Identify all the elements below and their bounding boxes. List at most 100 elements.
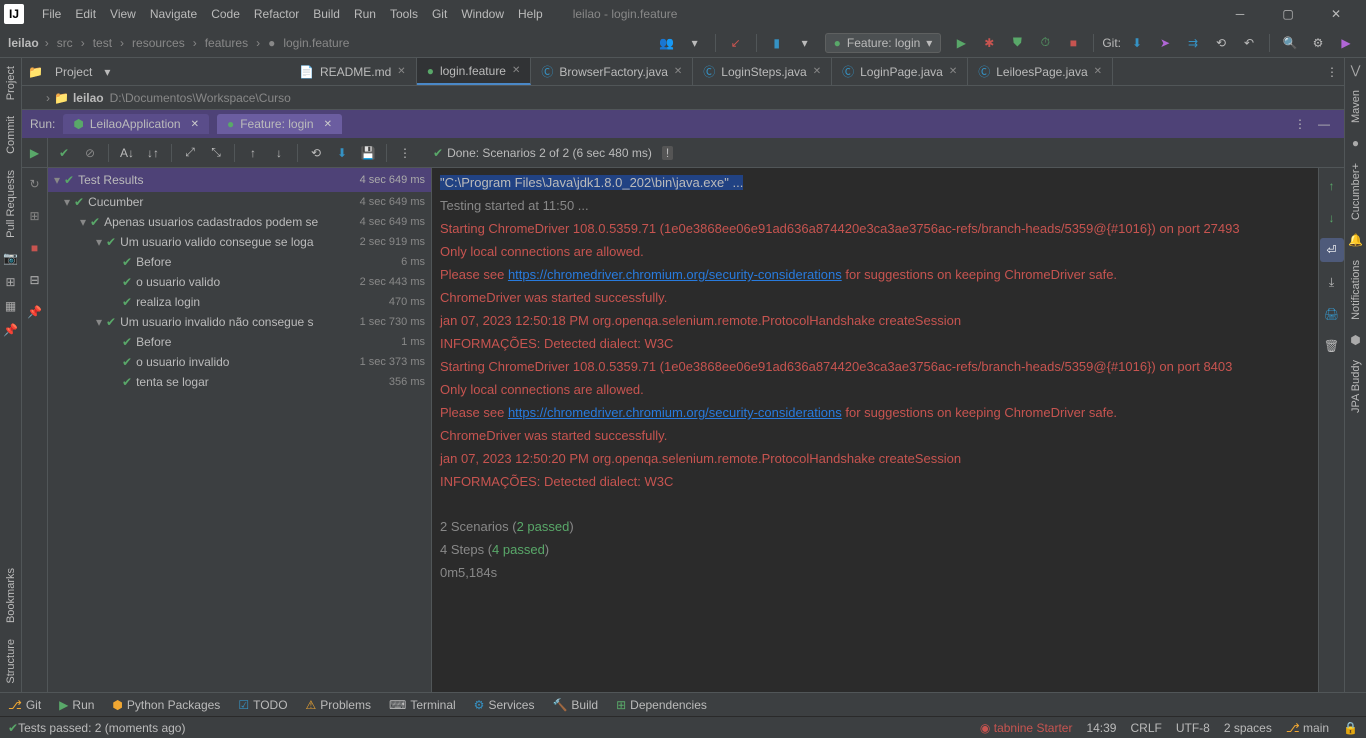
menu-refactor[interactable]: Refactor <box>248 3 305 25</box>
test-tree-row[interactable]: ✔o usuario valido2 sec 443 ms <box>48 272 431 292</box>
close-icon[interactable]: ✕ <box>512 65 520 76</box>
tab-leiloespage[interactable]: Ⓒ LeiloesPage.java ✕ <box>968 58 1113 85</box>
profile-button[interactable]: ⏱ <box>1033 31 1057 55</box>
debug-button[interactable]: ✱ <box>977 31 1001 55</box>
bell-icon[interactable]: 🔔 <box>1348 232 1364 248</box>
up-icon[interactable]: ↑ <box>1320 174 1344 198</box>
encoding-widget[interactable]: UTF-8 <box>1176 721 1210 735</box>
problems-tool-button[interactable]: ⚠Problems <box>306 698 371 712</box>
sort-icon[interactable]: A↓ <box>115 141 139 165</box>
pin-icon[interactable]: 📌 <box>3 322 19 338</box>
test-tree-row[interactable]: ✔o usuario invalido1 sec 373 ms <box>48 352 431 372</box>
cucumber-tool-button[interactable]: Cucumber+ <box>1348 155 1364 228</box>
run-tool-button[interactable]: ▶Run <box>59 698 94 712</box>
pullrequests-tool-button[interactable]: Pull Requests <box>3 162 19 246</box>
menu-tools[interactable]: Tools <box>384 3 424 25</box>
warning-badge-icon[interactable]: ! <box>662 146 673 160</box>
close-button[interactable]: ✕ <box>1318 2 1354 26</box>
git-push-icon[interactable]: ⇉ <box>1181 31 1205 55</box>
todo-tool-button[interactable]: ☑TODO <box>238 698 287 712</box>
chromedriver-security-link[interactable]: https://chromedriver.chromium.org/securi… <box>508 405 842 420</box>
close-icon[interactable]: ✕ <box>1094 66 1102 77</box>
commit-tool-button[interactable]: Commit <box>3 108 19 162</box>
show-passed-icon[interactable]: ✔ <box>52 141 76 165</box>
search-icon[interactable]: 🔍 <box>1278 31 1302 55</box>
pin-icon[interactable]: 📌 <box>23 300 47 324</box>
menu-build[interactable]: Build <box>307 3 346 25</box>
git-branch-widget[interactable]: ⎇ main <box>1286 721 1329 735</box>
test-tree-row[interactable]: ▾✔Um usuario valido consegue se loga2 se… <box>48 232 431 252</box>
project-root-row[interactable]: › 📁 leilao D:\Documentos\Workspace\Curso <box>22 86 1344 110</box>
tab-browserfactory[interactable]: Ⓒ BrowserFactory.java ✕ <box>531 58 693 85</box>
run-tab-app[interactable]: ⬢ LeilaoApplication ✕ <box>63 114 209 134</box>
scroll-end-icon[interactable]: ⤓ <box>1320 270 1344 294</box>
clear-icon[interactable]: 🗑 <box>1320 334 1344 358</box>
maven-icon[interactable]: ⋁ <box>1348 62 1364 78</box>
chromedriver-security-link[interactable]: https://chromedriver.chromium.org/securi… <box>508 267 842 282</box>
project-tool-button[interactable]: Project <box>3 58 19 108</box>
users-icon[interactable]: 👥 <box>655 31 679 55</box>
history-icon[interactable]: ⟲ <box>304 141 328 165</box>
test-tree-row[interactable]: ✔Before6 ms <box>48 252 431 272</box>
maven-tool-button[interactable]: Maven <box>1348 82 1364 131</box>
menu-file[interactable]: File <box>36 3 67 25</box>
line-separator-widget[interactable]: CRLF <box>1130 721 1161 735</box>
notifications-tool-button[interactable]: Notifications <box>1348 252 1364 328</box>
bookmarks-tool-button[interactable]: Bookmarks <box>3 560 19 631</box>
test-tree-row[interactable]: ✔Before1 ms <box>48 332 431 352</box>
softwrap-icon[interactable]: ⏎ <box>1320 238 1344 262</box>
breadcrumb[interactable]: leilao› src› test› resources› features› … <box>8 36 351 50</box>
chevron-down-icon[interactable]: ▾ <box>104 65 110 79</box>
run-tab-feature[interactable]: ● Feature: login ✕ <box>217 114 342 134</box>
run-configuration-selector[interactable]: ● Feature: login ▾ <box>825 33 942 53</box>
tab-loginsteps[interactable]: Ⓒ LoginSteps.java ✕ <box>693 58 832 85</box>
test-tree-row[interactable]: ▾✔Um usuario invalido não consegue s1 se… <box>48 312 431 332</box>
tab-readme[interactable]: 📄 README.md ✕ <box>289 58 417 85</box>
tab-loginpage[interactable]: Ⓒ LoginPage.java ✕ <box>832 58 968 85</box>
camera-icon[interactable]: 📷 <box>3 250 19 266</box>
menu-code[interactable]: Code <box>205 3 246 25</box>
stop-button[interactable]: ■ <box>1061 31 1085 55</box>
prev-failed-icon[interactable]: ↑ <box>241 141 265 165</box>
close-icon[interactable]: ✕ <box>949 66 957 77</box>
test-tree-row[interactable]: ✔tenta se logar356 ms <box>48 372 431 392</box>
indent-widget[interactable]: 2 spaces <box>1224 721 1272 735</box>
git-history-icon[interactable]: ⟲ <box>1209 31 1233 55</box>
close-icon[interactable]: ✕ <box>324 119 332 130</box>
run-button[interactable]: ▶ <box>949 31 973 55</box>
rerun-failed-icon[interactable]: ↻ <box>23 172 47 196</box>
down-icon[interactable]: ↓ <box>1320 206 1344 230</box>
test-tree-row[interactable]: ▾✔Apenas usuarios cadastrados podem se4 … <box>48 212 431 232</box>
tabnine-widget[interactable]: ◉ tabnine Starter <box>980 721 1073 735</box>
settings-icon[interactable]: ⚙ <box>1306 31 1330 55</box>
grid-icon[interactable]: ▦ <box>3 298 19 314</box>
test-results-tree[interactable]: ▾ ✔ Test Results 4 sec 649 ms ▾✔Cucumber… <box>48 168 432 692</box>
menu-window[interactable]: Window <box>455 3 510 25</box>
layout-icon[interactable]: ⊟ <box>23 268 47 292</box>
print-icon[interactable]: 🖨 <box>1320 302 1344 326</box>
play-icon[interactable]: ▶ <box>1334 31 1358 55</box>
menu-git[interactable]: Git <box>426 3 453 25</box>
test-tree-row[interactable]: ✔realiza login470 ms <box>48 292 431 312</box>
coverage-button[interactable]: ⛊ <box>1005 31 1029 55</box>
device-dropdown[interactable]: ▾ <box>793 31 817 55</box>
next-failed-icon[interactable]: ↓ <box>267 141 291 165</box>
sort-duration-icon[interactable]: ↓↑ <box>141 141 165 165</box>
more-icon[interactable]: ⋮ <box>393 141 417 165</box>
git-tool-button[interactable]: ⎇Git <box>8 698 41 712</box>
show-ignored-icon[interactable]: ⊘ <box>78 141 102 165</box>
menu-help[interactable]: Help <box>512 3 549 25</box>
collapse-all-icon[interactable]: ⤡ <box>204 141 228 165</box>
test-tree-row[interactable]: ▾✔Cucumber4 sec 649 ms <box>48 192 431 212</box>
device-icon[interactable]: ▮ <box>765 31 789 55</box>
maximize-button[interactable]: ▢ <box>1270 2 1306 26</box>
more-icon[interactable]: ⋮ <box>1320 60 1344 84</box>
menu-navigate[interactable]: Navigate <box>144 3 203 25</box>
toggle-autotest-icon[interactable]: ⊞ <box>23 204 47 228</box>
hide-icon[interactable]: — <box>1312 112 1336 136</box>
close-icon[interactable]: ✕ <box>191 119 199 130</box>
structure-tool-button[interactable]: Structure <box>3 631 19 692</box>
more-icon[interactable]: ⋮ <box>1288 112 1312 136</box>
stop-icon[interactable]: ■ <box>23 236 47 260</box>
menu-edit[interactable]: Edit <box>69 3 102 25</box>
